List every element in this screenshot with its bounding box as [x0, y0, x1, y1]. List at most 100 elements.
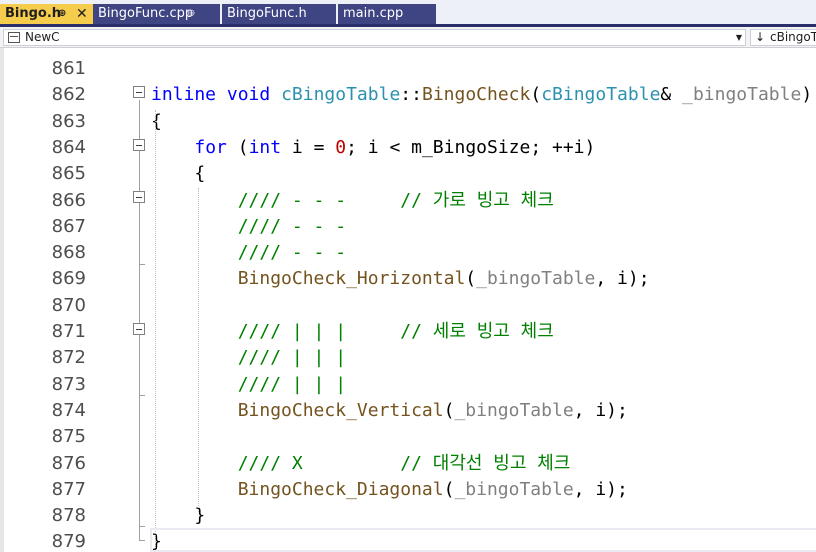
line-number: 878 [51, 505, 86, 527]
line-number: 879 [51, 531, 86, 552]
pin-icon[interactable]: ⊕ [58, 4, 66, 24]
code-token: , i); [573, 399, 628, 421]
code-line[interactable]: 861 [0, 56, 816, 82]
code-line[interactable]: 865 { [0, 161, 816, 187]
code-token: ( [443, 478, 455, 500]
code-text: //// - - - [151, 214, 346, 240]
code-text: { [151, 161, 205, 187]
tab-bingofunc-cpp[interactable]: BingoFunc.cpp ⊕ [93, 4, 220, 24]
code-line[interactable]: 866 //// - - - // 가로 빙고 체크 [0, 188, 816, 214]
code-text: inline void cBingoTable::BingoCheck(cBin… [151, 82, 812, 108]
code-line[interactable]: 871 //// | | | // 세로 빙고 체크 [0, 319, 816, 345]
code-text: //// | | | [151, 345, 346, 371]
code-token: cBingoTable [541, 84, 661, 106]
scope-dropdown[interactable]: NewC ▼ [3, 29, 746, 46]
code-line[interactable]: 864 for (int i = 0; i < m_BingoSize; ++i… [0, 135, 816, 161]
navigation-bar: NewC ▼ ↓ cBingoTable [0, 27, 816, 48]
line-number: 867 [51, 215, 86, 237]
line-number: 871 [51, 321, 86, 342]
code-line[interactable]: 872 //// | | | [0, 345, 816, 371]
code-text: { [151, 109, 162, 135]
outline-end [139, 395, 145, 396]
code-token: _bingoTable [682, 84, 802, 106]
code-token: BingoCheck_Horizontal [237, 268, 466, 290]
code-line[interactable]: 874 BingoCheck_Vertical(_bingoTable, i); [0, 398, 816, 424]
code-token: _bingoTable [476, 268, 596, 290]
code-text: //// - - - [151, 240, 346, 266]
line-number: 877 [51, 478, 86, 500]
document-tab-bar: Bingo.h ⊕ ✕ BingoFunc.cpp ⊕ BingoFunc.h … [0, 0, 816, 27]
code-line[interactable]: 873 //// | | | [0, 372, 816, 398]
tab-bingo-h[interactable]: Bingo.h ⊕ ✕ [0, 4, 93, 24]
member-arrow-icon: ↓ [755, 30, 766, 44]
code-line[interactable]: 870 [0, 293, 816, 319]
code-token: ( [465, 268, 477, 290]
code-line[interactable]: 878 } [0, 503, 816, 529]
code-text: BingoCheck_Horizontal(_bingoTable, i); [151, 266, 650, 292]
outline-end [139, 540, 145, 541]
code-token: //// - - - [237, 215, 347, 237]
line-number: 864 [51, 136, 86, 158]
code-token: , i); [595, 268, 650, 290]
tab-label: BingoFunc.cpp [98, 6, 194, 21]
code-text: BingoCheck_Vertical(_bingoTable, i); [151, 398, 628, 424]
code-token: for [194, 136, 227, 158]
code-token: int [248, 136, 282, 158]
code-token: //// X // 대각선 빙고 체크 [237, 452, 571, 474]
tab-bingofunc-h[interactable]: BingoFunc.h [222, 4, 336, 24]
code-token: ( [530, 84, 542, 106]
code-line[interactable]: 868 //// - - - [0, 240, 816, 266]
code-text: BingoCheck_Diagonal(_bingoTable, i); [151, 477, 628, 503]
tab-main-cpp[interactable]: main.cpp [338, 4, 436, 24]
collapse-icon[interactable] [133, 323, 145, 335]
close-icon[interactable]: ✕ [76, 4, 88, 24]
tab-label: main.cpp [343, 6, 404, 21]
code-line[interactable]: 862 inline void cBingoTable::BingoCheck(c… [0, 82, 816, 108]
code-line[interactable]: 876 //// X // 대각선 빙고 체크 [0, 451, 816, 477]
code-token: //// - - - // 가로 빙고 체크 [237, 189, 554, 211]
code-token: //// - - - [237, 242, 347, 264]
code-token: BingoCheck [421, 84, 531, 106]
collapse-icon[interactable] [133, 86, 145, 98]
code-line[interactable]: 875 [0, 424, 816, 450]
code-line[interactable]: 877 BingoCheck_Diagonal(_bingoTable, i); [0, 477, 816, 503]
code-token: _bingoTable [454, 399, 574, 421]
code-token: BingoCheck_Diagonal [237, 478, 444, 500]
code-line[interactable]: 863 { [0, 109, 816, 135]
code-token: :: [400, 84, 422, 106]
member-dropdown[interactable]: ↓ cBingoTable [750, 29, 816, 46]
project-scope-icon [8, 32, 20, 43]
code-editor[interactable]: 861 862 inline void cBingoTable::BingoChec… [0, 48, 816, 552]
code-line[interactable]: 869 BingoCheck_Horizontal(_bingoTable, i… [0, 266, 816, 292]
line-number: 869 [51, 268, 86, 290]
code-token: & [660, 84, 683, 106]
tab-label: Bingo.h [5, 6, 62, 21]
collapse-icon[interactable] [133, 139, 145, 151]
pin-icon[interactable]: ⊕ [187, 4, 195, 24]
code-token: i = [281, 136, 336, 158]
chevron-down-icon: ▼ [735, 33, 742, 42]
code-token: cBingoTable [281, 84, 401, 106]
code-token: inline [151, 84, 217, 106]
code-token: BingoCheck_Vertical [237, 399, 444, 421]
code-token: 0 [335, 136, 347, 158]
code-text: //// | | | // 세로 빙고 체크 [151, 319, 554, 345]
line-number: 868 [51, 242, 86, 264]
code-text: //// | | | [151, 372, 346, 398]
line-number: 875 [51, 426, 86, 448]
collapse-icon[interactable] [133, 191, 145, 203]
code-line[interactable]: 867 //// - - - [0, 214, 816, 240]
line-number: 865 [51, 163, 86, 185]
outline-end [139, 264, 145, 265]
outline-end [139, 526, 145, 527]
line-number: 873 [51, 373, 86, 395]
code-text: for (int i = 0; i < m_BingoSize; ++i) [151, 135, 595, 161]
